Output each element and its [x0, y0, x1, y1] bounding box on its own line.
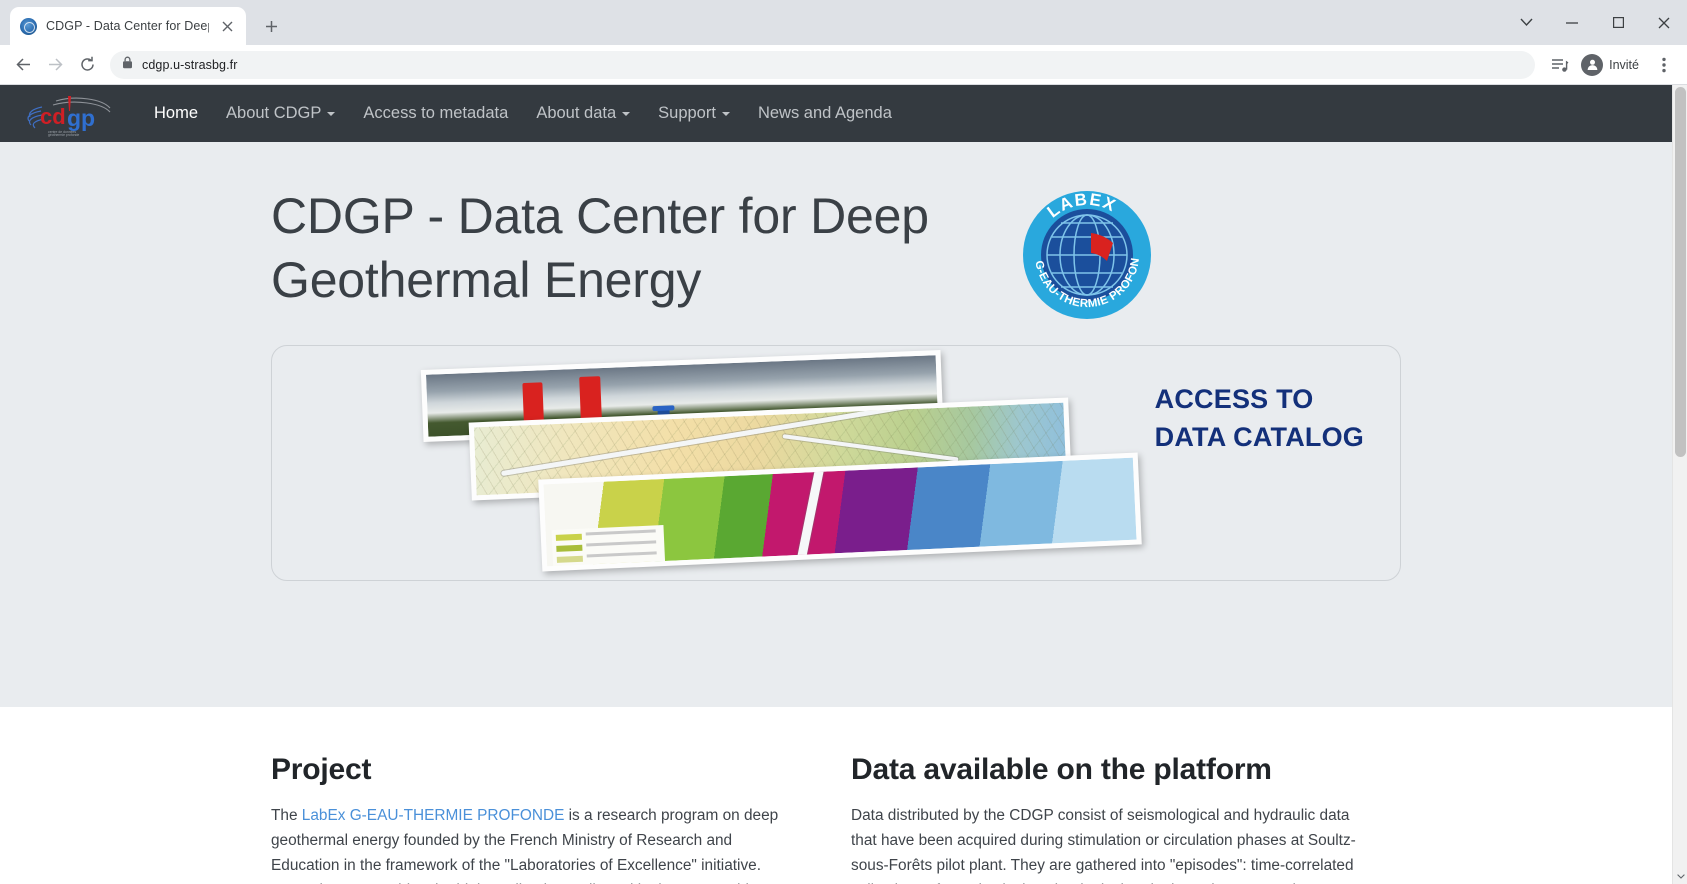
nav-item-label: About data: [536, 104, 617, 122]
three-dot-menu-icon[interactable]: [1649, 50, 1679, 80]
address-bar[interactable]: cdgp.u-strasbg.fr: [110, 50, 1536, 79]
svg-text:cd: cd: [40, 104, 66, 129]
browser-toolbar: cdgp.u-strasbg.fr Invité: [0, 45, 1687, 85]
tab-strip: CDGP - Data Center for Deep Ge: [0, 0, 1687, 45]
url-text: cdgp.u-strasbg.fr: [142, 57, 238, 72]
page-viewport: cd gp centre de données géothermie profo…: [0, 85, 1687, 884]
nav-item-label: About CDGP: [226, 104, 322, 122]
globe-favicon: [20, 17, 37, 35]
forward-arrow-icon[interactable]: [40, 50, 70, 80]
labex-link[interactable]: LabEx G-EAU-THERMIE PROFONDE: [302, 807, 565, 824]
tab-search-chevron-down-icon[interactable]: [1503, 0, 1549, 45]
minimize-button[interactable]: [1549, 0, 1595, 45]
chevron-down-icon: [622, 111, 631, 116]
maximize-button[interactable]: [1595, 0, 1641, 45]
cdgp-logo[interactable]: cd gp centre de données géothermie profo…: [18, 91, 118, 137]
nav-item-label: News and Agenda: [757, 104, 892, 122]
catalog-cta-line1: ACCESS TO: [1154, 384, 1314, 414]
reading-list-icon[interactable]: [1545, 50, 1575, 80]
close-tab-icon[interactable]: [218, 17, 236, 35]
section-heading-data-available: Data available on the platform: [851, 753, 1272, 786]
profile-button[interactable]: Invité: [1577, 52, 1647, 78]
nav-items: Home About CDGP Access to metadata About…: [140, 96, 906, 131]
data-available-paragraph: Data distributed by the CDGP consist of …: [851, 807, 1364, 884]
access-data-catalog-label: ACCESS TO DATA CATALOG: [1155, 380, 1364, 457]
avatar: [1581, 53, 1604, 76]
project-text-before-link: The: [271, 807, 302, 824]
nav-item-about-cdgp[interactable]: About CDGP: [212, 96, 349, 131]
browser-tab[interactable]: CDGP - Data Center for Deep Ge: [10, 7, 246, 45]
chevron-down-icon: [721, 111, 730, 116]
column-data-available: Data available on the platform Data dist…: [851, 753, 1371, 884]
nav-item-support[interactable]: Support: [644, 96, 744, 131]
project-paragraph: The LabEx G-EAU-THERMIE PROFONDE is a re…: [271, 804, 791, 884]
lock-icon: [122, 56, 133, 74]
nav-item-about-data[interactable]: About data: [522, 96, 644, 131]
website-page: cd gp centre de données géothermie profo…: [0, 85, 1672, 884]
nav-item-label: Support: [658, 104, 716, 122]
nav-item-news-and-agenda[interactable]: News and Agenda: [744, 96, 906, 131]
close-window-button[interactable]: [1641, 0, 1687, 45]
site-navbar: cd gp centre de données géothermie profo…: [0, 85, 1672, 142]
tab-title: CDGP - Data Center for Deep Ge: [46, 19, 209, 33]
image-stack: [412, 350, 1172, 580]
page-scrollbar[interactable]: [1672, 85, 1687, 884]
page-title: CDGP - Data Center for Deep Geothermal E…: [271, 188, 929, 308]
reload-icon[interactable]: [72, 50, 102, 80]
nav-item-label: Home: [154, 104, 199, 122]
content-section: Project The LabEx G-EAU-THERMIE PROFONDE…: [271, 707, 1401, 884]
nav-item-home[interactable]: Home: [140, 96, 212, 131]
hero-header: CDGP - Data Center for Deep Geothermal E…: [271, 180, 1401, 321]
browser-window: CDGP - Data Center for Deep Ge: [0, 0, 1687, 884]
new-tab-button[interactable]: [256, 11, 286, 41]
profile-label: Invité: [1609, 57, 1639, 72]
chevron-down-icon: [327, 111, 336, 116]
catalog-cta-line2: DATA CATALOG: [1154, 422, 1364, 453]
hero-section: CDGP - Data Center for Deep Geothermal E…: [0, 142, 1672, 707]
labex-badge-logo: LABEX G-EAU-THERMIE PROFONDE: [1017, 180, 1153, 321]
access-data-catalog-card[interactable]: ACCESS TO DATA CATALOG: [271, 345, 1401, 581]
nav-item-access-to-metadata[interactable]: Access to metadata: [349, 96, 522, 131]
svg-text:géothermie profonde: géothermie profonde: [48, 133, 79, 137]
column-project: Project The LabEx G-EAU-THERMIE PROFONDE…: [271, 753, 791, 884]
scrollbar-thumb[interactable]: [1675, 87, 1686, 457]
window-controls: [1503, 0, 1687, 45]
nav-item-label: Access to metadata: [363, 104, 509, 122]
svg-text:gp: gp: [67, 105, 95, 131]
scroll-down-arrow-icon[interactable]: [1673, 869, 1687, 884]
section-heading-project: Project: [271, 753, 372, 786]
back-arrow-icon[interactable]: [8, 50, 38, 80]
